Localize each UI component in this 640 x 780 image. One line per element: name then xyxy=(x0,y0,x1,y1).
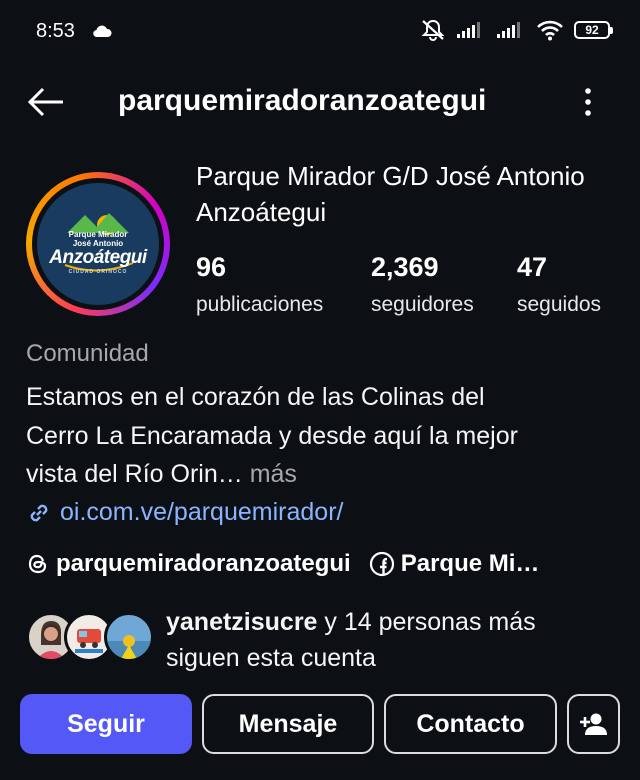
bio-line: Cerro La Encaramada y desde aquí la mejo… xyxy=(26,421,518,450)
wifi-icon xyxy=(537,20,563,41)
add-person-icon xyxy=(579,713,607,735)
stat-posts-value: 96 xyxy=(196,252,227,282)
back-arrow-icon[interactable] xyxy=(26,86,66,118)
stat-following-label: seguidos xyxy=(517,293,602,316)
threads-handle: parquemiradoranzoategui xyxy=(56,550,351,577)
bio-line: vista del Río Orin… xyxy=(26,460,243,488)
profile-category: Comunidad xyxy=(26,340,149,367)
profile-full-name: Parque Mirador G/D José Antonio Anzoáteg… xyxy=(196,161,585,227)
signal-icon xyxy=(457,22,480,38)
bio-more-link[interactable]: más xyxy=(243,460,297,488)
story-ring[interactable]: Parque Mirador José Antonio Anzoátegui C… xyxy=(26,172,170,316)
battery-icon: 92 xyxy=(574,21,613,39)
status-bar: 8:53 92 xyxy=(0,0,640,64)
follower-name[interactable]: yanetzisucre xyxy=(166,608,317,636)
follower-avatar xyxy=(104,612,154,662)
social-links: parquemiradoranzoategui Parque Mi… xyxy=(26,550,616,578)
status-time: 8:53 xyxy=(36,20,75,42)
status-icons: 92 xyxy=(420,18,613,42)
follow-button[interactable]: Seguir xyxy=(20,694,192,754)
profile-bio: Estamos en el corazón de las Colinas del… xyxy=(26,378,626,494)
cloud-notification-icon xyxy=(93,25,112,38)
facebook-name: Parque Mi… xyxy=(400,550,540,577)
header-username: parquemiradoranzoategui xyxy=(118,84,487,117)
logo-text-sub: CIUDAD ORINOCO xyxy=(68,269,128,275)
threads-link[interactable]: parquemiradoranzoategui xyxy=(26,550,351,578)
contact-button[interactable]: Contacto xyxy=(384,694,557,754)
mute-icon xyxy=(421,19,445,41)
suggested-accounts-button[interactable] xyxy=(567,694,620,754)
stat-followers-label: seguidores xyxy=(371,293,474,316)
profile-header: parquemiradoranzoategui xyxy=(0,72,640,132)
facebook-link[interactable]: Parque Mi… xyxy=(369,550,540,578)
stat-posts[interactable]: 96 publicaciones xyxy=(196,252,323,317)
profile-link[interactable]: oi.com.ve/parquemirador/ xyxy=(26,498,343,527)
more-options-icon[interactable] xyxy=(574,86,602,118)
avatar: Parque Mirador José Antonio Anzoátegui C… xyxy=(37,183,159,305)
facebook-icon xyxy=(369,551,394,577)
stat-following-value: 47 xyxy=(517,252,548,282)
logo-text-line1: Parque Mirador xyxy=(68,230,128,239)
followed-by-text: yanetzisucre y 14 personas más siguen es… xyxy=(166,604,636,676)
message-button[interactable]: Mensaje xyxy=(202,694,374,754)
logo-text-main: Anzoátegui xyxy=(49,247,147,268)
link-icon xyxy=(30,504,48,521)
followed-by-rest: y 14 personas más xyxy=(317,608,536,636)
stat-followers[interactable]: 2,369 seguidores xyxy=(371,252,474,317)
bio-line: Estamos en el corazón de las Colinas del xyxy=(26,383,485,411)
profile-link-text[interactable]: oi.com.ve/parquemirador/ xyxy=(60,498,343,527)
signal-icon-2 xyxy=(497,22,520,38)
threads-icon xyxy=(28,554,47,574)
stat-followers-value: 2,369 xyxy=(371,252,439,282)
stat-following[interactable]: 47 seguidos xyxy=(517,252,601,317)
followed-by-line2: siguen esta cuenta xyxy=(166,644,376,672)
stat-posts-label: publicaciones xyxy=(196,293,324,316)
person-beach-icon xyxy=(107,635,151,659)
